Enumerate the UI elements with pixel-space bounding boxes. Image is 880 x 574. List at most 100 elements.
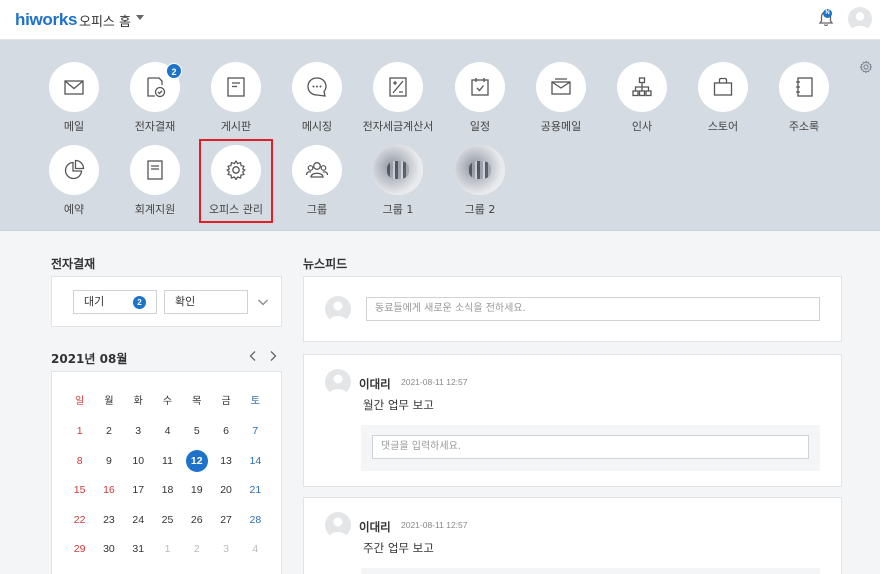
- group-photo: [455, 145, 505, 195]
- calendar-day[interactable]: 14: [241, 450, 270, 472]
- calendar-week-row: 8 9 10 11 12 13 14: [65, 446, 270, 476]
- mail-icon: [64, 80, 84, 95]
- app-approval[interactable]: 2 전자결재: [120, 62, 190, 136]
- calendar-day[interactable]: 6: [211, 420, 240, 442]
- calendar-day[interactable]: 27: [211, 509, 240, 531]
- feed-post: 이대리 2021-08-11 12:57 월간 업무 보고 댓글을 입력하세요.: [303, 354, 842, 487]
- app-reservation[interactable]: 예약: [39, 145, 109, 219]
- calendar-day[interactable]: 30: [94, 538, 123, 560]
- calendar-day[interactable]: 4: [153, 420, 182, 442]
- post-text[interactable]: 월간 업무 보고: [363, 397, 434, 413]
- approval-icon: [147, 77, 166, 98]
- store-bag-icon: [713, 77, 733, 96]
- post-author[interactable]: 이대리: [359, 376, 391, 392]
- approval-wait-button[interactable]: 대기 2: [73, 290, 157, 314]
- app-address-book[interactable]: 주소록: [769, 62, 839, 136]
- address-book-icon: [796, 77, 813, 97]
- org-chart-icon: [632, 77, 652, 97]
- calendar-day[interactable]: 5: [182, 420, 211, 442]
- calendar-day[interactable]: 2: [182, 538, 211, 560]
- app-store[interactable]: 스토어: [688, 62, 758, 136]
- calendar-week-row: 29 30 31 1 2 3 4: [65, 535, 270, 565]
- calendar-day-today[interactable]: 12: [182, 449, 211, 472]
- app-label: 전자세금계산서: [362, 120, 434, 133]
- weekday-label: 목: [192, 395, 202, 407]
- calendar-day[interactable]: 24: [124, 509, 153, 531]
- calendar-day[interactable]: 18: [153, 479, 182, 501]
- calendar-day[interactable]: 15: [65, 479, 94, 501]
- calendar-day[interactable]: 7: [241, 420, 270, 442]
- calendar-day[interactable]: 8: [65, 450, 94, 472]
- weekday-label: 금: [221, 395, 231, 407]
- calendar-week-row: 22 23 24 25 26 27 28: [65, 505, 270, 535]
- calendar-day[interactable]: 13: [211, 450, 240, 472]
- app-messaging[interactable]: 메시징: [282, 62, 352, 136]
- calendar-day[interactable]: 4: [241, 538, 270, 560]
- weekday-label: 수: [162, 395, 173, 407]
- app-label: 스토어: [707, 120, 739, 133]
- calendar-day[interactable]: 28: [241, 509, 270, 531]
- calendar-day[interactable]: 29: [65, 538, 94, 560]
- calendar-month-title: 2021년 08월: [51, 352, 128, 366]
- calendar-day[interactable]: 25: [153, 509, 182, 531]
- weekday-label: 월: [104, 395, 114, 407]
- office-admin-highlight: [199, 139, 273, 223]
- calendar-day[interactable]: 1: [153, 538, 182, 560]
- app-label: 전자결재: [134, 120, 176, 133]
- calendar-week-row: 1234567: [65, 417, 270, 447]
- post-author[interactable]: 이대리: [359, 519, 391, 535]
- hiworks-logo[interactable]: hiworks: [15, 10, 77, 30]
- calendar-day[interactable]: 31: [124, 538, 153, 560]
- calendar-day[interactable]: 20: [211, 479, 240, 501]
- calendar-day[interactable]: 26: [182, 509, 211, 531]
- app-hr[interactable]: 인사: [607, 62, 677, 136]
- calendar-day[interactable]: 3: [211, 538, 240, 560]
- calendar-day[interactable]: 3: [124, 420, 153, 442]
- app-label: 그룹: [306, 203, 328, 216]
- calendar-day[interactable]: 23: [94, 509, 123, 531]
- panel-settings-gear-icon[interactable]: [859, 60, 873, 74]
- post-text[interactable]: 주간 업무 보고: [363, 540, 434, 556]
- group-icon: [305, 162, 329, 178]
- app-group-2[interactable]: 그룹 2: [445, 145, 515, 219]
- calendar-day[interactable]: 21: [241, 479, 270, 501]
- app-label: 그룹 2: [464, 203, 496, 216]
- calendar-day[interactable]: 10: [124, 450, 153, 472]
- app-board[interactable]: 게시판: [201, 62, 271, 136]
- calendar-day[interactable]: 11: [153, 450, 182, 472]
- app-label: 인사: [631, 120, 653, 133]
- compose-input[interactable]: 동료들에게 새로운 소식을 전하세요.: [366, 297, 820, 321]
- comment-input[interactable]: 댓글을 입력하세요.: [372, 435, 809, 459]
- calendar-day[interactable]: 19: [182, 479, 211, 501]
- approval-confirm-button[interactable]: 확인: [164, 290, 248, 314]
- calendar-day[interactable]: 2: [94, 420, 123, 442]
- app-mail[interactable]: 메일: [39, 62, 109, 136]
- app-shared-mail[interactable]: 공용메일: [526, 62, 596, 136]
- app-tax-invoice[interactable]: 전자세금계산서: [363, 62, 433, 136]
- app-group-1[interactable]: 그룹 1: [363, 145, 433, 219]
- approval-section-title: 전자결재: [51, 257, 96, 271]
- calendar-day[interactable]: 22: [65, 509, 94, 531]
- chevron-right-icon[interactable]: [268, 350, 278, 362]
- messaging-icon: [307, 77, 327, 97]
- compose-card: 동료들에게 새로운 소식을 전하세요.: [303, 276, 842, 342]
- approval-widget: 대기 2 확인: [51, 276, 282, 327]
- calendar-day[interactable]: 17: [124, 479, 153, 501]
- post-time: 2021-08-11 12:57: [401, 520, 468, 530]
- tax-invoice-icon: [389, 77, 407, 97]
- app-schedule[interactable]: 일정: [445, 62, 515, 136]
- comment-area: [361, 568, 820, 574]
- app-group[interactable]: 그룹: [282, 145, 352, 219]
- calendar-day[interactable]: 9: [94, 450, 123, 472]
- chevron-down-icon[interactable]: [257, 296, 269, 308]
- calendar-day[interactable]: 16: [94, 479, 123, 501]
- calendar-widget: 일 월 화 수 목 금 토 1 2 3 4 5 6 7 8 9 10 11 12 13 14 15 16 17 1…: [51, 371, 282, 574]
- app-accounting[interactable]: 회계지원: [120, 145, 190, 219]
- chevron-left-icon[interactable]: [248, 350, 258, 362]
- reservation-pie-icon: [64, 159, 85, 180]
- user-avatar[interactable]: [848, 7, 872, 31]
- calendar-day[interactable]: 1: [65, 420, 94, 442]
- app-label: 메일: [63, 120, 85, 133]
- office-home-menu[interactable]: 오피스 홈: [79, 11, 131, 30]
- caret-down-icon[interactable]: [136, 15, 144, 20]
